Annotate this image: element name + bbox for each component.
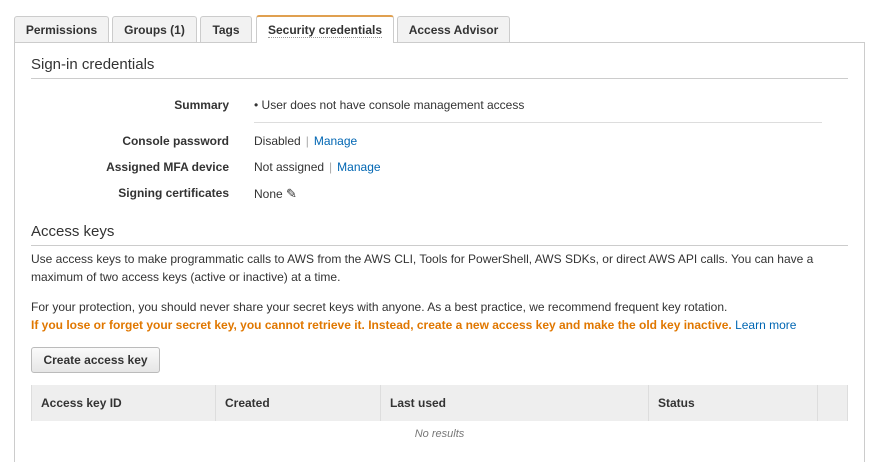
- console-password-value: Disabled: [254, 134, 301, 148]
- tab-label: Access Advisor: [408, 23, 499, 37]
- divider: [254, 122, 822, 123]
- empty-table-message: No results: [414, 428, 465, 440]
- summary-value: • User does not have console management …: [254, 98, 525, 112]
- warning-text: If you lose or forget your secret key, y…: [31, 318, 732, 332]
- console-password-manage-link[interactable]: Manage: [314, 134, 357, 148]
- tab-label: Permissions: [25, 23, 98, 37]
- tab-groups[interactable]: Groups (1): [112, 16, 197, 43]
- mfa-manage-link[interactable]: Manage: [337, 160, 380, 174]
- divider: [31, 245, 848, 246]
- column-header-last-used[interactable]: Last used: [381, 385, 649, 421]
- tab-access-advisor[interactable]: Access Advisor: [397, 16, 510, 43]
- tab-label: Groups (1): [124, 23, 185, 37]
- tab-security-credentials[interactable]: Security credentials: [256, 15, 394, 43]
- signing-certificates-value: None: [254, 187, 283, 201]
- mfa-label: Assigned MFA device: [106, 160, 229, 174]
- learn-more-link[interactable]: Learn more: [735, 318, 796, 332]
- divider: [31, 78, 848, 79]
- protection-text: For your protection, you should never sh…: [31, 300, 728, 314]
- signin-heading: Sign-in credentials: [31, 56, 155, 73]
- column-header-actions: [818, 385, 848, 421]
- summary-label: Summary: [174, 98, 229, 112]
- access-keys-heading: Access keys: [31, 223, 115, 240]
- access-keys-description: Use access keys to make programmatic cal…: [31, 252, 814, 284]
- tab-permissions[interactable]: Permissions: [14, 16, 109, 43]
- tab-label: Tags: [212, 23, 240, 37]
- create-access-key-button[interactable]: Create access key: [31, 347, 160, 373]
- signing-certificates-label: Signing certificates: [118, 186, 229, 200]
- pencil-icon[interactable]: ✎: [286, 186, 297, 201]
- column-header-created[interactable]: Created: [216, 385, 381, 421]
- tab-label: Security credentials: [267, 22, 383, 38]
- mfa-value: Not assigned: [254, 160, 325, 174]
- column-header-status[interactable]: Status: [649, 385, 818, 421]
- column-header-access-key-id[interactable]: Access key ID: [31, 385, 216, 421]
- tab-tags[interactable]: Tags: [200, 16, 252, 43]
- console-password-label: Console password: [122, 134, 229, 148]
